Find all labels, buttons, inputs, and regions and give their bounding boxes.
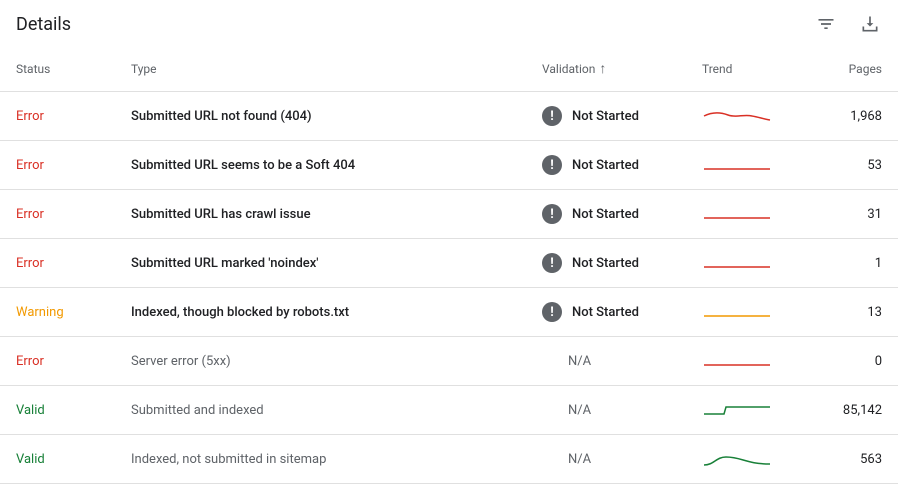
validation-cell: ! Not Started xyxy=(542,106,702,126)
validation-label: Not Started xyxy=(572,158,639,173)
details-header: Details xyxy=(0,0,898,44)
exclamation-icon: ! xyxy=(542,302,562,322)
validation-label: Not Started xyxy=(572,256,639,271)
trend-sparkline xyxy=(702,302,812,322)
status-cell: Error xyxy=(16,158,131,173)
col-header-status[interactable]: Status xyxy=(16,62,131,76)
filter-icon[interactable] xyxy=(814,12,838,36)
validation-label: N/A xyxy=(542,354,591,369)
trend-sparkline xyxy=(702,449,812,469)
table-row[interactable]: ValidIndexed, not submitted in sitemapN/… xyxy=(0,435,898,484)
type-cell: Submitted and indexed xyxy=(131,403,542,418)
trend-sparkline xyxy=(702,400,812,420)
header-actions xyxy=(814,12,882,36)
pages-cell: 1,968 xyxy=(812,109,882,124)
validation-cell: ! Not Started xyxy=(542,155,702,175)
status-cell: Error xyxy=(16,354,131,369)
table-body: ErrorSubmitted URL not found (404)!Not S… xyxy=(0,92,898,484)
pages-cell: 1 xyxy=(812,256,882,271)
pages-cell: 31 xyxy=(812,207,882,222)
status-cell: Warning xyxy=(16,305,131,320)
validation-label: N/A xyxy=(542,403,591,418)
trend-sparkline xyxy=(702,204,812,224)
col-header-validation[interactable]: Validation ↑ xyxy=(542,60,702,77)
page-title: Details xyxy=(16,14,814,35)
trend-sparkline xyxy=(702,106,812,126)
type-cell: Server error (5xx) xyxy=(131,354,542,369)
type-cell: Submitted URL seems to be a Soft 404 xyxy=(131,158,542,173)
type-cell: Indexed, though blocked by robots.txt xyxy=(131,305,542,320)
status-cell: Valid xyxy=(16,403,131,418)
exclamation-icon: ! xyxy=(542,253,562,273)
pages-cell: 13 xyxy=(812,305,882,320)
type-cell: Submitted URL has crawl issue xyxy=(131,207,542,222)
type-cell: Submitted URL marked 'noindex' xyxy=(131,256,542,271)
trend-sparkline xyxy=(702,155,812,175)
validation-label: N/A xyxy=(542,452,591,467)
table-row[interactable]: WarningIndexed, though blocked by robots… xyxy=(0,288,898,337)
download-icon[interactable] xyxy=(858,12,882,36)
validation-label: Not Started xyxy=(572,207,639,222)
status-cell: Error xyxy=(16,256,131,271)
validation-cell: ! Not Started xyxy=(542,253,702,273)
table-row[interactable]: ErrorSubmitted URL marked 'noindex'! Not … xyxy=(0,239,898,288)
table-row[interactable]: ErrorServer error (5xx)N/A 0 xyxy=(0,337,898,386)
pages-cell: 0 xyxy=(812,354,882,369)
table-row[interactable]: ValidSubmitted and indexedN/A 85,142 xyxy=(0,386,898,435)
table-row[interactable]: ErrorSubmitted URL has crawl issue! Not S… xyxy=(0,190,898,239)
validation-label: Not Started xyxy=(572,305,639,320)
type-cell: Submitted URL not found (404) xyxy=(131,109,542,124)
pages-cell: 53 xyxy=(812,158,882,173)
validation-cell: N/A xyxy=(542,452,702,467)
sort-asc-icon: ↑ xyxy=(599,60,606,77)
validation-cell: ! Not Started xyxy=(542,302,702,322)
table-row[interactable]: ErrorSubmitted URL seems to be a Soft 40… xyxy=(0,141,898,190)
validation-cell: N/A xyxy=(542,354,702,369)
type-cell: Indexed, not submitted in sitemap xyxy=(131,452,542,467)
validation-label: Not Started xyxy=(572,109,639,124)
validation-cell: N/A xyxy=(542,403,702,418)
exclamation-icon: ! xyxy=(542,204,562,224)
exclamation-icon: ! xyxy=(542,106,562,126)
trend-sparkline xyxy=(702,253,812,273)
exclamation-icon: ! xyxy=(542,155,562,175)
pages-cell: 85,142 xyxy=(812,403,882,418)
table-row[interactable]: ErrorSubmitted URL not found (404)! Not S… xyxy=(0,92,898,141)
col-header-pages[interactable]: Pages xyxy=(812,62,882,76)
col-header-type[interactable]: Type xyxy=(131,62,542,76)
trend-sparkline xyxy=(702,351,812,371)
status-cell: Valid xyxy=(16,452,131,467)
col-header-validation-label: Validation xyxy=(542,62,595,76)
status-cell: Error xyxy=(16,109,131,124)
col-header-trend[interactable]: Trend xyxy=(702,62,812,76)
status-cell: Error xyxy=(16,207,131,222)
validation-cell: ! Not Started xyxy=(542,204,702,224)
pages-cell: 563 xyxy=(812,452,882,467)
table-header: Status Type Validation ↑ Trend Pages xyxy=(0,44,898,92)
